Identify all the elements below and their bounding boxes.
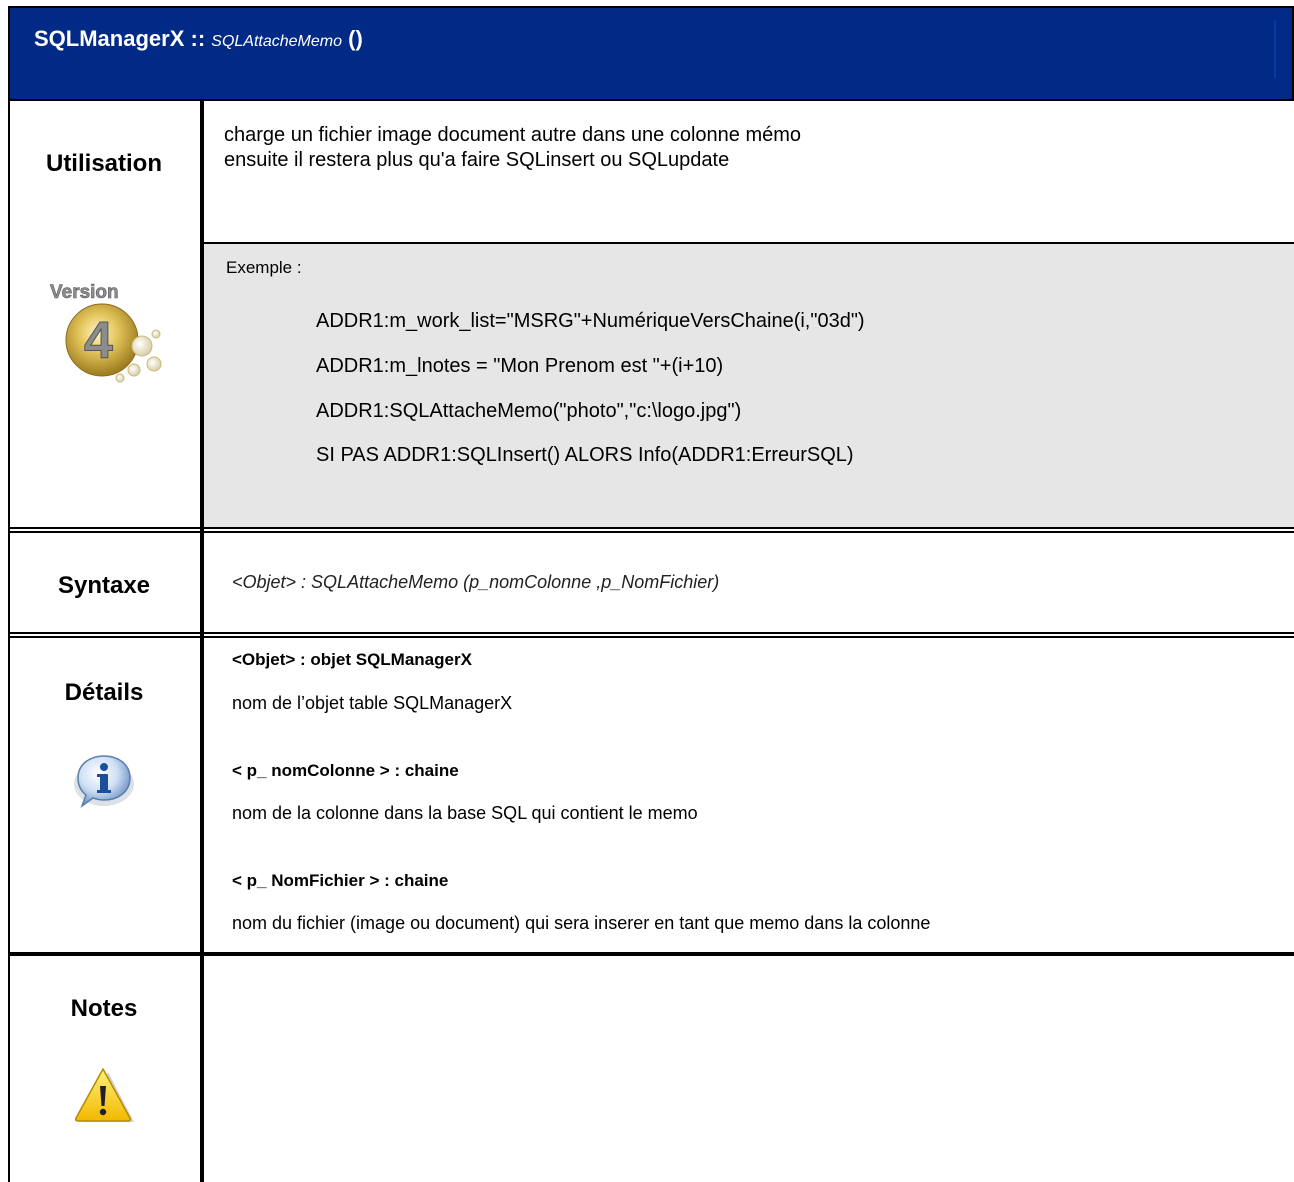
utilisation-line-1: charge un fichier image document autre d… — [224, 124, 802, 146]
example-label: Exemple : — [226, 258, 302, 277]
details-label: Détails — [64, 679, 144, 706]
method-parens: () — [342, 26, 363, 51]
version-4-badge-icon: Version 4 — [46, 278, 176, 390]
param-objet-name: <Objet> : objet SQLManagerX — [232, 650, 472, 669]
param-nomcolonne-name: < p_ nomColonne > : chaine — [232, 761, 459, 780]
method-name: SQLAttacheMemo — [211, 33, 342, 50]
section-divider — [8, 632, 1294, 638]
doc-page: SQLManagerX :: SQLAttacheMemo () Utilisa… — [8, 6, 1294, 1182]
example-box: Exemple : ADDR1:m_work_list="MSRG"+Numér… — [204, 242, 1294, 527]
syntaxe-label: Syntaxe — [57, 572, 151, 599]
warning-icon — [72, 1066, 138, 1128]
example-code-line-1: ADDR1:m_work_list="MSRG"+NumériqueVersCh… — [316, 310, 865, 332]
utilisation-line-2: ensuite il restera plus qu'a faire SQLin… — [224, 149, 730, 171]
section-divider — [8, 527, 1294, 533]
syntax-text: <Objet> : SQLAttacheMemo (p_nomColonne ,… — [232, 572, 720, 592]
param-nomfichier-desc: nom du fichier (image ou document) qui s… — [232, 913, 931, 933]
title-separator: :: — [184, 26, 212, 51]
class-name: SQLManagerX — [34, 26, 185, 51]
badge-number: 4 — [84, 312, 113, 370]
section-divider — [8, 952, 1294, 956]
param-nomfichier-name: < p_ NomFichier > : chaine — [232, 871, 449, 890]
info-icon — [66, 752, 142, 810]
example-code-line-3: ADDR1:SQLAttacheMemo("photo","c:\logo.jp… — [316, 400, 742, 422]
example-code-line-2: ADDR1:m_lnotes = "Mon Prenom est "+(i+10… — [316, 355, 724, 377]
param-nomcolonne-desc: nom de la colonne dans la base SQL qui c… — [232, 803, 698, 823]
example-code-line-4: SI PAS ADDR1:SQLInsert() ALORS Info(ADDR… — [316, 444, 854, 466]
param-objet-desc: nom de l’objet table SQLManagerX — [232, 693, 513, 713]
badge-label: Version — [50, 282, 119, 303]
utilisation-label: Utilisation — [45, 150, 162, 177]
doc-header: SQLManagerX :: SQLAttacheMemo () — [8, 6, 1294, 101]
page-title: SQLManagerX :: SQLAttacheMemo () — [34, 26, 363, 52]
notes-label: Notes — [70, 995, 138, 1022]
